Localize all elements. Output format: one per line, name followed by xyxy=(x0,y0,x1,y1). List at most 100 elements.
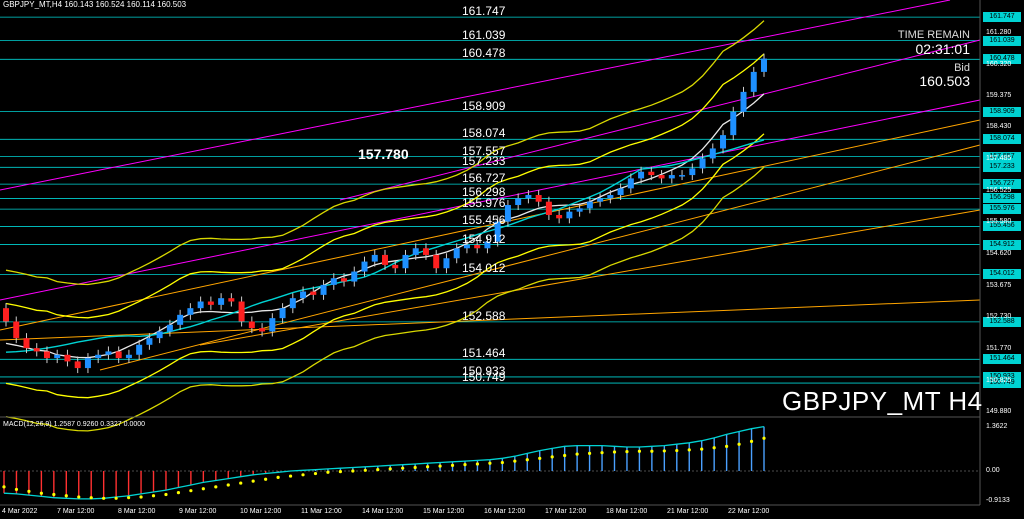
macd-axis-label: 0.00 xyxy=(986,467,1000,474)
candle-body xyxy=(289,298,296,309)
candle-body xyxy=(13,321,20,339)
macd-signal-dot xyxy=(351,469,355,473)
macd-signal-dot xyxy=(612,450,617,454)
macd-signal-dot xyxy=(438,464,442,468)
countdown-value: 02:31:01 xyxy=(915,41,971,57)
macd-signal-dot xyxy=(164,492,168,497)
macd-signal-dot xyxy=(475,462,480,466)
candle-body xyxy=(740,91,747,112)
price-chart[interactable] xyxy=(0,0,1024,519)
macd-signal-dot xyxy=(214,485,218,489)
candle-body xyxy=(43,351,50,359)
macd-signal-dot xyxy=(662,449,666,453)
candle-body xyxy=(207,301,214,305)
time-axis-label: 16 Mar 12:00 xyxy=(484,508,526,515)
price-tag: 154.912 xyxy=(983,239,1021,250)
candle-body xyxy=(433,254,440,269)
axis-price-label: 159.375 xyxy=(986,92,1012,100)
candle-body xyxy=(125,354,132,359)
candle-body xyxy=(351,271,358,282)
candle-body xyxy=(392,264,399,269)
level-label: 155.456 xyxy=(462,213,506,228)
macd-axis-label: -0.9133 xyxy=(986,497,1010,504)
time-remain-label: TIME REMAIN xyxy=(897,29,970,41)
macd-signal-dot xyxy=(27,489,31,493)
price-tag: 157.233 xyxy=(983,162,1021,173)
candle-body xyxy=(228,298,235,302)
level-label: 151.464 xyxy=(462,346,506,361)
candle-body xyxy=(197,301,204,309)
level-label: 154.912 xyxy=(462,231,506,246)
candle-body xyxy=(597,198,604,202)
candle-body xyxy=(279,308,286,319)
candle-body xyxy=(627,178,634,189)
candle-body xyxy=(422,248,429,255)
macd-signal-dot xyxy=(712,446,716,450)
macd-signal-dot xyxy=(413,465,417,470)
price-tag: 155.976 xyxy=(983,204,1021,215)
macd-signal-dot xyxy=(488,461,492,465)
macd-signal-dot xyxy=(401,466,405,470)
macd-signal-dot xyxy=(500,460,504,465)
candle-body xyxy=(750,71,757,92)
candle-body xyxy=(699,158,706,169)
bid-value: 160.503 xyxy=(919,73,970,89)
candle-body xyxy=(310,291,317,295)
candle-body xyxy=(709,148,716,159)
macd-signal-dot xyxy=(650,449,654,453)
macd-signal-dot xyxy=(450,463,455,467)
time-axis-label: 10 Mar 12:00 xyxy=(240,508,282,515)
macd-signal-dot xyxy=(151,494,156,498)
macd-signal-dot xyxy=(463,463,467,467)
level-label: 161.039 xyxy=(462,27,506,42)
macd-signal-dot xyxy=(89,496,93,500)
macd-signal-dot xyxy=(749,439,754,444)
candle-body xyxy=(658,175,665,179)
price-tag: 158.909 xyxy=(983,106,1021,117)
macd-signal-dot xyxy=(226,483,230,487)
axis-price-label: 149.880 xyxy=(986,408,1012,415)
time-axis-label: 4 Mar 2022 xyxy=(2,508,38,515)
candle-body xyxy=(515,198,522,206)
candle-body xyxy=(730,111,737,136)
macd-signal-dot xyxy=(326,470,330,474)
macd-signal-dot xyxy=(700,447,704,451)
level-label: 150.749 xyxy=(462,370,506,385)
candle-body xyxy=(33,348,40,352)
macd-signal-dot xyxy=(563,453,567,458)
time-axis-label: 22 Mar 12:00 xyxy=(728,508,770,515)
time-axis-label: 9 Mar 12:00 xyxy=(179,508,217,515)
price-tag: 154.012 xyxy=(983,269,1021,280)
macd-signal-dot xyxy=(538,456,542,460)
price-tag: 156.298 xyxy=(983,193,1021,204)
axis-price-label: 154.620 xyxy=(986,250,1012,258)
macd-signal-dot xyxy=(313,471,318,476)
time-axis-label: 7 Mar 12:00 xyxy=(57,508,95,515)
candle-body xyxy=(668,175,675,179)
candle-body xyxy=(187,308,194,315)
candle-body xyxy=(720,135,727,149)
level-label: 152.588 xyxy=(462,308,506,323)
level-label: 156.727 xyxy=(462,171,506,186)
candle-body xyxy=(761,58,767,72)
candle-body xyxy=(115,351,122,359)
chart-header: GBPJPY_MT,H4 160.143 160.524 160.114 160… xyxy=(3,0,187,9)
macd-signal-dot xyxy=(637,449,642,453)
macd-signal-dot xyxy=(376,467,380,472)
axis-price-label: 155.580 xyxy=(986,218,1012,226)
macd-signal-dot xyxy=(264,477,268,481)
price-tag: 158.074 xyxy=(983,134,1021,145)
level-label: 161.747 xyxy=(462,4,506,19)
candle-body xyxy=(238,301,245,322)
macd-signal-dot xyxy=(600,451,604,455)
candle-body xyxy=(23,338,30,349)
macd-signal-dot xyxy=(189,489,193,493)
axis-price-label: 160.320 xyxy=(986,60,1012,68)
macd-signal-dot xyxy=(276,475,280,479)
candle-body xyxy=(84,358,91,369)
level-label: 158.909 xyxy=(462,98,506,113)
macd-signal-dot xyxy=(725,444,729,448)
candle-body xyxy=(453,248,460,259)
axis-price-label: 151.770 xyxy=(986,345,1012,353)
candle-body xyxy=(300,291,307,299)
